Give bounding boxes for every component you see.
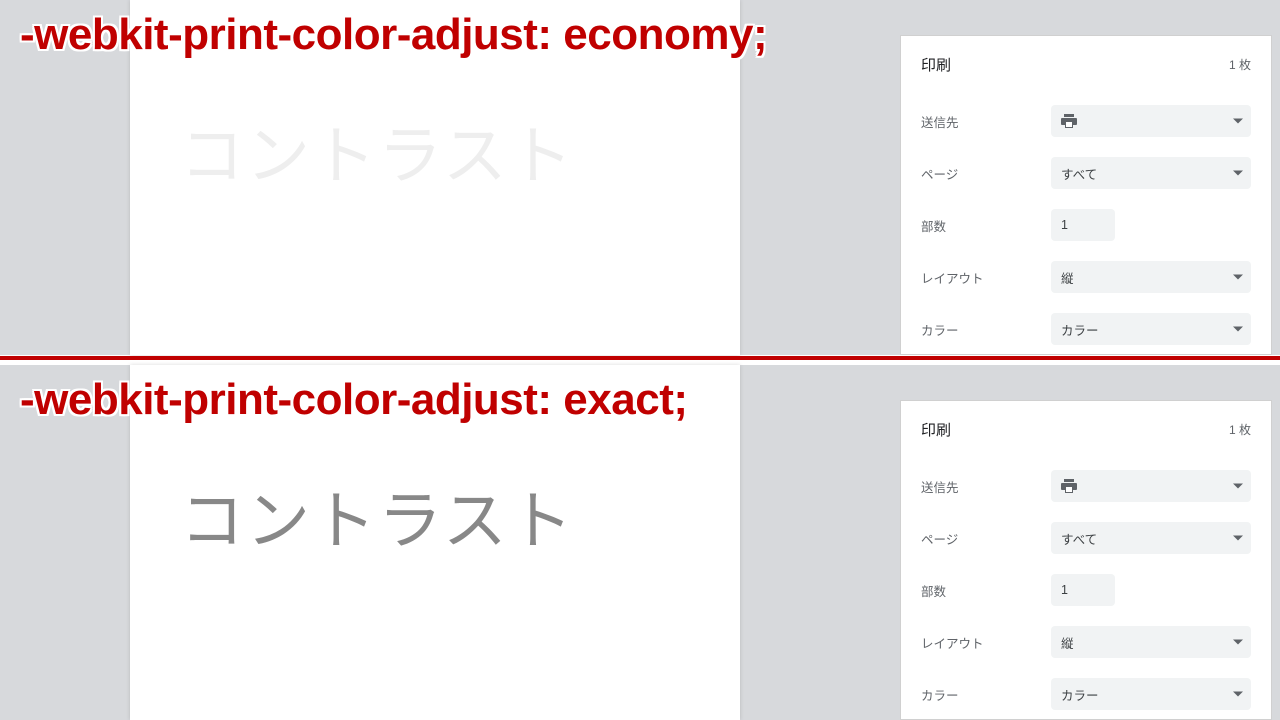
row-pages: ページ すべて xyxy=(901,512,1271,564)
comparison-divider xyxy=(0,356,1280,360)
copies-input[interactable]: 1 xyxy=(1051,209,1115,241)
layout-label: レイアウト xyxy=(921,268,1051,287)
print-settings-panel: 印刷 1 枚 送信先 ページ すべて 部数 1 レイアウト xyxy=(900,400,1272,720)
destination-label: 送信先 xyxy=(921,477,1051,496)
copies-label: 部数 xyxy=(921,581,1051,600)
row-copies: 部数 1 xyxy=(901,199,1271,251)
layout-select[interactable]: 縦 xyxy=(1051,626,1251,658)
economy-variant: コントラスト 印刷 1 枚 送信先 ページ すべて 部数 1 xyxy=(0,0,1280,355)
destination-label: 送信先 xyxy=(921,112,1051,131)
row-layout: レイアウト 縦 xyxy=(901,616,1271,668)
exact-variant: コントラスト 印刷 1 枚 送信先 ページ すべて 部数 1 xyxy=(0,365,1280,720)
chevron-down-icon xyxy=(1233,275,1243,280)
color-value: カラー xyxy=(1061,685,1099,704)
sheet-count: 1 枚 xyxy=(1229,56,1251,73)
print-preview-page: コントラスト xyxy=(130,365,740,720)
row-color: カラー カラー xyxy=(901,668,1271,720)
destination-select[interactable] xyxy=(1051,105,1251,137)
pages-value: すべて xyxy=(1061,164,1097,183)
color-select[interactable]: カラー xyxy=(1051,678,1251,710)
print-preview-page: コントラスト xyxy=(130,0,740,355)
row-color: カラー カラー xyxy=(901,303,1271,355)
row-layout: レイアウト 縦 xyxy=(901,251,1271,303)
chevron-down-icon xyxy=(1233,119,1243,124)
pages-value: すべて xyxy=(1061,529,1097,548)
row-destination: 送信先 xyxy=(901,95,1271,147)
pages-select[interactable]: すべて xyxy=(1051,157,1251,189)
printer-icon xyxy=(1061,114,1077,128)
layout-value: 縦 xyxy=(1061,268,1074,287)
copies-value: 1 xyxy=(1061,218,1068,232)
layout-select[interactable]: 縦 xyxy=(1051,261,1251,293)
preview-sample-text: コントラスト xyxy=(180,470,575,562)
chevron-down-icon xyxy=(1233,484,1243,489)
pages-label: ページ xyxy=(921,164,1051,183)
destination-select[interactable] xyxy=(1051,470,1251,502)
chevron-down-icon xyxy=(1233,536,1243,541)
chevron-down-icon xyxy=(1233,692,1243,697)
row-destination: 送信先 xyxy=(901,460,1271,512)
layout-label: レイアウト xyxy=(921,633,1051,652)
chevron-down-icon xyxy=(1233,327,1243,332)
copies-label: 部数 xyxy=(921,216,1051,235)
color-label: カラー xyxy=(921,320,1051,339)
row-pages: ページ すべて xyxy=(901,147,1271,199)
copies-value: 1 xyxy=(1061,583,1068,597)
panel-title: 印刷 xyxy=(921,54,951,75)
panel-header: 印刷 1 枚 xyxy=(901,36,1271,95)
print-settings-panel: 印刷 1 枚 送信先 ページ すべて 部数 1 レイアウト xyxy=(900,35,1272,355)
color-label: カラー xyxy=(921,685,1051,704)
panel-title: 印刷 xyxy=(921,419,951,440)
copies-input[interactable]: 1 xyxy=(1051,574,1115,606)
color-value: カラー xyxy=(1061,320,1099,339)
chevron-down-icon xyxy=(1233,171,1243,176)
color-select[interactable]: カラー xyxy=(1051,313,1251,345)
chevron-down-icon xyxy=(1233,640,1243,645)
layout-value: 縦 xyxy=(1061,633,1074,652)
sheet-count: 1 枚 xyxy=(1229,421,1251,438)
pages-label: ページ xyxy=(921,529,1051,548)
preview-sample-text: コントラスト xyxy=(180,105,575,197)
row-copies: 部数 1 xyxy=(901,564,1271,616)
panel-header: 印刷 1 枚 xyxy=(901,401,1271,460)
pages-select[interactable]: すべて xyxy=(1051,522,1251,554)
printer-icon xyxy=(1061,479,1077,493)
